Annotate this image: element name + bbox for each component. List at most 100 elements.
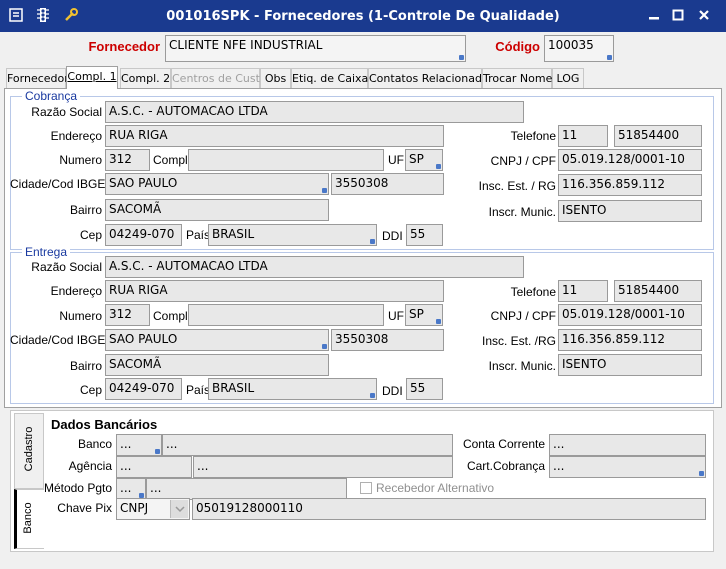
codigo-label: Código xyxy=(495,39,540,54)
cobranca-endereco-field[interactable]: RUA RIGA xyxy=(105,125,444,147)
entrega-compl-label: Compl. xyxy=(153,309,192,323)
tab-compl-2[interactable]: Compl. 2 xyxy=(120,68,171,88)
chevron-down-icon[interactable] xyxy=(170,500,188,518)
cobranca-insc-est-label: Insc. Est. / RG xyxy=(478,179,556,193)
tab-compl-1[interactable]: Compl. 1 xyxy=(66,66,118,89)
cobranca-telefone-label: Telefone xyxy=(510,129,556,143)
entrega-cep-field[interactable]: 04249-070 xyxy=(105,378,182,400)
cobranca-bairro-field[interactable]: SACOMÃ xyxy=(105,199,329,221)
cobranca-compl-field[interactable] xyxy=(188,149,384,171)
entrega-ddi-label: DDI xyxy=(382,384,403,398)
agencia-name-field[interactable]: ... xyxy=(193,456,453,478)
tab-strip: Fornecedor Compl. 1 Compl. 2 Centros de … xyxy=(0,66,726,89)
header-bar: Fornecedor CLIENTE NFE INDUSTRIAL Código… xyxy=(0,32,726,66)
tab-log[interactable]: LOG xyxy=(552,68,584,88)
fornecedor-field[interactable]: CLIENTE NFE INDUSTRIAL xyxy=(165,35,466,62)
title-bar: 001016SPK - Fornecedores (1-Controle De … xyxy=(0,0,726,32)
metodo-pgto-code-field[interactable]: ... xyxy=(116,478,146,500)
fornecedor-label: Fornecedor xyxy=(88,39,160,54)
tab-centros-de-custo[interactable]: Centros de Custo xyxy=(171,68,267,88)
cobranca-endereco-label: Endereço xyxy=(50,129,102,143)
cobranca-telefone-field[interactable]: 51854400 xyxy=(614,125,702,147)
entrega-insc-est-label: Insc. Est. /RG xyxy=(481,334,556,348)
cobranca-cnpj-label: CNPJ / CPF xyxy=(490,154,556,168)
entrega-cidade-label: Cidade/Cod IBGE xyxy=(10,333,106,347)
cobranca-numero-label: Numero xyxy=(59,153,102,167)
entrega-numero-field[interactable]: 312 xyxy=(105,304,150,326)
tab-fornecedor[interactable]: Fornecedor xyxy=(6,68,69,88)
conta-corrente-field[interactable]: ... xyxy=(549,434,706,456)
cobranca-pais-label: País xyxy=(186,228,211,242)
entrega-insc-est-field[interactable]: 116.356.859.112 xyxy=(558,329,702,351)
chave-pix-tipo-select[interactable]: CNPJ xyxy=(116,498,190,520)
agencia-code-field[interactable]: ... xyxy=(116,456,192,478)
traffic-light-icon[interactable] xyxy=(34,7,52,25)
recebedor-alternativo-label: Recebedor Alternativo xyxy=(376,481,495,495)
cobranca-insc-mun-label: Inscr. Munic. xyxy=(488,205,556,219)
cobranca-insc-mun-field[interactable]: ISENTO xyxy=(558,200,702,222)
chave-pix-valor-field[interactable]: 05019128000110 xyxy=(192,498,706,520)
codigo-field[interactable]: 100035 xyxy=(544,35,614,62)
entrega-insc-mun-label: Inscr. Munic. xyxy=(488,359,556,373)
banco-code-field[interactable]: ... xyxy=(116,434,162,456)
vtab-cadastro-label: Cadastro xyxy=(23,426,35,472)
cobranca-uf-field[interactable]: SP xyxy=(405,149,443,171)
chave-pix-label: Chave Pix xyxy=(57,501,112,515)
entrega-insc-mun-field[interactable]: ISENTO xyxy=(558,354,702,376)
entrega-numero-label: Numero xyxy=(59,309,102,323)
cobranca-cnpj-field[interactable]: 05.019.128/0001-10 xyxy=(558,149,702,171)
maximize-button[interactable] xyxy=(668,7,688,25)
entrega-razao-label: Razão Social xyxy=(31,260,102,274)
metodo-pgto-name-field[interactable]: ... xyxy=(146,478,347,500)
entrega-cnpj-field[interactable]: 05.019.128/0001-10 xyxy=(558,304,702,326)
cobranca-cidade-label: Cidade/Cod IBGE xyxy=(10,177,106,191)
entrega-uf-label: UF xyxy=(388,309,404,323)
tab-trocar-nome[interactable]: Trocar Nome xyxy=(482,68,552,88)
minimize-button[interactable] xyxy=(644,7,664,25)
tab-etiq-de-caixas[interactable]: Etiq. de Caixas xyxy=(291,68,374,88)
cobranca-razao-field[interactable]: A.S.C. - AUTOMACAO LTDA xyxy=(105,101,524,123)
cobranca-ddi-label: DDI xyxy=(382,229,403,243)
cart-cobranca-field[interactable]: ... xyxy=(549,456,706,478)
chave-pix-tipo-value: CNPJ xyxy=(120,501,149,515)
entrega-cnpj-label: CNPJ / CPF xyxy=(490,309,556,323)
recebedor-alternativo-checkbox[interactable] xyxy=(360,482,372,494)
entrega-endereco-field[interactable]: RUA RIGA xyxy=(105,280,444,302)
cobranca-ibge-field[interactable]: 3550308 xyxy=(331,173,444,195)
cobranca-ddi-field[interactable]: 55 xyxy=(406,224,443,246)
tab-obs[interactable]: Obs xyxy=(260,68,291,88)
cobranca-ddd-field[interactable]: 11 xyxy=(558,125,608,147)
close-button[interactable] xyxy=(694,7,714,25)
entrega-telefone-field[interactable]: 51854400 xyxy=(614,280,702,302)
entrega-bairro-field[interactable]: SACOMÃ xyxy=(105,354,329,376)
entrega-compl-field[interactable] xyxy=(188,304,384,326)
entrega-bairro-label: Bairro xyxy=(69,359,102,373)
entrega-ddi-field[interactable]: 55 xyxy=(406,378,443,400)
cobranca-insc-est-field[interactable]: 116.356.859.112 xyxy=(558,174,702,196)
entrega-pais-field[interactable]: BRASIL xyxy=(208,378,377,400)
banco-name-field[interactable]: ... xyxy=(162,434,453,456)
cobranca-title: Cobrança xyxy=(22,89,81,103)
entrega-cidade-field[interactable]: SAO PAULO xyxy=(105,329,329,351)
entrega-razao-field[interactable]: A.S.C. - AUTOMACAO LTDA xyxy=(105,256,524,278)
entrega-uf-field[interactable]: SP xyxy=(405,304,443,326)
entrega-pais-label: País xyxy=(186,383,211,397)
cobranca-cep-field[interactable]: 04249-070 xyxy=(105,224,182,246)
tab-contatos-relacionados[interactable]: Contatos Relacionados xyxy=(368,68,494,88)
cobranca-uf-label: UF xyxy=(388,153,404,167)
metodo-pgto-label: Método Pgto xyxy=(43,481,112,495)
cobranca-cep-label: Cep xyxy=(79,228,102,242)
cobranca-compl-label: Compl. xyxy=(153,153,192,167)
entrega-ibge-field[interactable]: 3550308 xyxy=(331,329,444,351)
banco-label: Banco xyxy=(77,437,112,451)
cobranca-cidade-field[interactable]: SAO PAULO xyxy=(105,173,329,195)
conta-corrente-label: Conta Corrente xyxy=(462,437,545,451)
cobranca-pais-field[interactable]: BRASIL xyxy=(208,224,377,246)
cobranca-razao-label: Razão Social xyxy=(31,105,102,119)
entrega-cep-label: Cep xyxy=(79,383,102,397)
entrega-ddd-field[interactable]: 11 xyxy=(558,280,608,302)
menu-icon[interactable] xyxy=(8,7,26,25)
window-title: 001016SPK - Fornecedores (1-Controle De … xyxy=(166,9,560,24)
wrench-icon[interactable] xyxy=(62,7,80,25)
cobranca-numero-field[interactable]: 312 xyxy=(105,149,150,171)
